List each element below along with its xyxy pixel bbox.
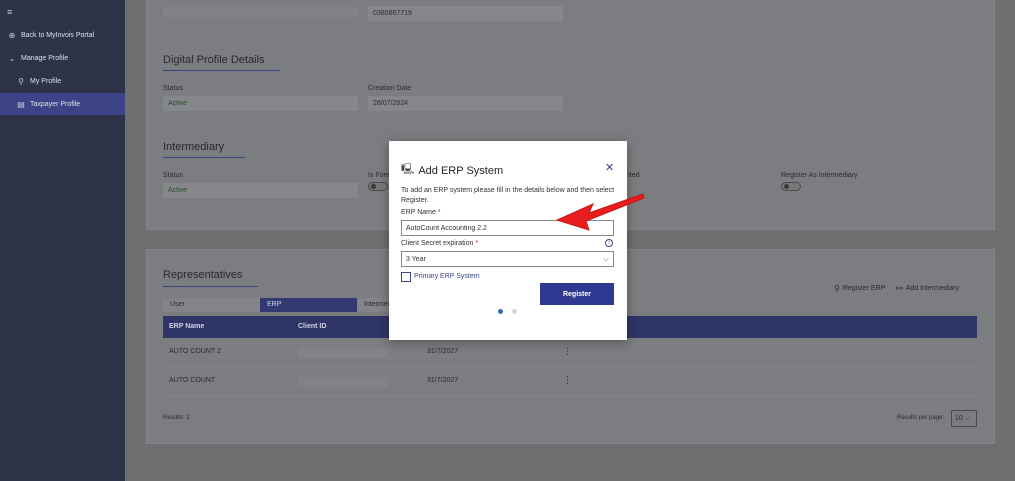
add-erp-modal: 🖳 Add ERP System ✕ To add an ERP system …: [389, 141, 627, 340]
client-secret-value: 3 Year: [406, 256, 426, 263]
representatives-title: Representatives: [163, 269, 243, 281]
intermediary-title: Intermediary: [163, 141, 225, 153]
redacted-client-id: [298, 377, 388, 387]
people-icon: ⚯: [896, 284, 903, 293]
redacted-email-field: [163, 7, 358, 17]
info-icon[interactable]: i: [605, 239, 613, 247]
register-intermediary-label: Register As Intermediary: [781, 172, 858, 179]
is-foreign-toggle[interactable]: [368, 182, 388, 191]
client-secret-label-text: Client Secret expiration: [401, 240, 474, 247]
section-underline: [163, 286, 258, 287]
is-foreign-label: Is Fore: [368, 172, 390, 179]
intermediary-status-label: Status: [163, 172, 183, 179]
creation-date-label: Creation Date: [368, 85, 412, 92]
tab-user[interactable]: User: [163, 298, 260, 312]
row-expiry: 31/7/2027: [427, 377, 459, 384]
hosted-label: nted: [626, 172, 640, 179]
erp-name-label: ERP Name *: [401, 209, 441, 216]
sidebar-item-my-profile[interactable]: ⚲ My Profile: [0, 70, 125, 92]
sidebar-item-taxpayer-profile[interactable]: ▤ Taxpayer Profile: [0, 93, 125, 115]
document-icon: ▤: [17, 99, 25, 109]
primary-erp-checkbox[interactable]: [401, 272, 411, 282]
link-icon: ⚲: [834, 284, 840, 293]
row-erp-name: AUTO COUNT 2: [169, 348, 221, 355]
results-per-page-label: Results per page:: [897, 415, 945, 421]
table-row: AUTO COUNT 31/7/2027 ⋮: [163, 367, 977, 396]
table-row: AUTO COUNT 2 31/7/2027 ⋮: [163, 338, 977, 367]
status-label: Status: [163, 85, 183, 92]
sidebar-item-label: Taxpayer Profile: [30, 100, 81, 108]
representatives-tabs: User ERP Intermed: [163, 298, 417, 312]
phone-field: 0380667719: [368, 6, 563, 21]
register-intermediary-toggle[interactable]: [781, 182, 801, 191]
required-mark: *: [437, 209, 441, 216]
hamburger-menu-icon[interactable]: ≡: [7, 7, 12, 17]
digital-profile-title: Digital Profile Details: [163, 54, 265, 66]
chevron-down-icon: ⌄: [8, 53, 16, 63]
register-erp-label: Register ERP: [842, 285, 886, 292]
person-icon: ⚲: [18, 76, 24, 86]
status-value: Active: [163, 96, 358, 111]
step-dot-active: [498, 309, 503, 314]
annotation-arrow-icon: [555, 193, 645, 231]
results-per-page-select[interactable]: 10 ⌵: [951, 410, 977, 427]
required-mark: *: [475, 240, 479, 247]
results-count: Results: 2: [163, 415, 190, 421]
more-options-icon[interactable]: ⋮: [563, 346, 572, 357]
intermediary-status-value: Active: [163, 183, 358, 198]
chevron-down-icon: ⌵: [602, 254, 609, 263]
sidebar-item-label: Back to MyInvois Portal: [21, 31, 95, 39]
section-underline: [163, 157, 245, 158]
row-erp-name: AUTO COUNT: [169, 377, 216, 384]
client-secret-label: Client Secret expiration *: [401, 240, 478, 247]
column-client-id: Client ID: [298, 323, 327, 330]
per-page-value: 10: [955, 415, 963, 422]
close-icon[interactable]: ✕: [605, 161, 614, 174]
step-dot-inactive: [512, 309, 517, 314]
modal-title: 🖳 Add ERP System: [401, 162, 503, 179]
erp-name-label-text: ERP Name: [401, 209, 436, 216]
add-intermediary-link[interactable]: ⚯ Add Intermediary: [896, 284, 959, 293]
laptop-icon: 🖳: [401, 164, 415, 175]
modal-title-text: Add ERP System: [418, 164, 504, 177]
row-expiry: 31/7/2027: [427, 348, 459, 355]
register-button[interactable]: Register: [540, 283, 614, 305]
client-secret-select[interactable]: 3 Year ⌵: [401, 251, 614, 267]
redacted-client-id: [298, 348, 388, 358]
more-options-icon[interactable]: ⋮: [563, 375, 572, 386]
register-erp-link[interactable]: ⚲ Register ERP: [834, 284, 885, 293]
chevron-down-icon: ⌵: [964, 415, 971, 422]
sidebar-item-label: My Profile: [30, 77, 62, 85]
tab-erp[interactable]: ERP: [260, 298, 357, 312]
sidebar-item-back-to-portal[interactable]: ⊕ Back to MyInvois Portal: [0, 24, 125, 46]
sidebar-item-label: Manage Profile: [21, 54, 69, 62]
creation-date-value: 28/07/2024: [368, 96, 563, 111]
section-underline: [163, 70, 280, 71]
sidebar-item-manage-profile[interactable]: ⌄ Manage Profile: [0, 47, 125, 69]
column-erp-name: ERP Name: [169, 323, 205, 330]
sidebar: ≡ ⊕ Back to MyInvois Portal ⌄ Manage Pro…: [0, 0, 125, 481]
primary-erp-label[interactable]: Primary ERP System: [414, 273, 480, 280]
add-intermediary-label: Add Intermediary: [905, 285, 960, 292]
back-circle-icon: ⊕: [8, 30, 16, 40]
